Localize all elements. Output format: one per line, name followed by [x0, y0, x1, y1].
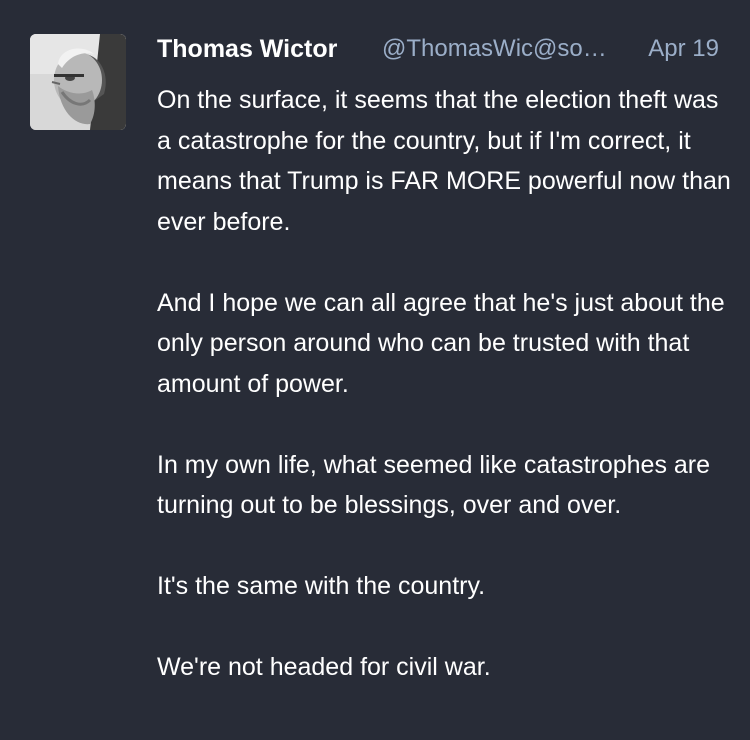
avatar[interactable]: [30, 34, 126, 130]
paragraph: It's the same with the country.: [157, 572, 486, 600]
status-content: On the surface, it seems that the electi…: [157, 80, 732, 688]
paragraph: In my own life, what seemed like catastr…: [157, 450, 711, 520]
paragraph: On the surface, it seems that the electi…: [157, 86, 731, 236]
status-post: Thomas Wictor @ThomasWic@so… Apr 19 On t…: [0, 0, 750, 740]
paragraph: We're not headed for civil war.: [157, 653, 491, 681]
paragraph: And I hope we can all agree that he's ju…: [157, 288, 725, 398]
display-name[interactable]: Thomas Wictor: [157, 34, 337, 64]
user-avatar-icon: [30, 34, 126, 130]
timestamp[interactable]: Apr 19: [648, 34, 719, 64]
account-handle[interactable]: @ThomasWic@so…: [382, 34, 624, 64]
status-header: Thomas Wictor @ThomasWic@so… Apr 19: [157, 34, 727, 68]
